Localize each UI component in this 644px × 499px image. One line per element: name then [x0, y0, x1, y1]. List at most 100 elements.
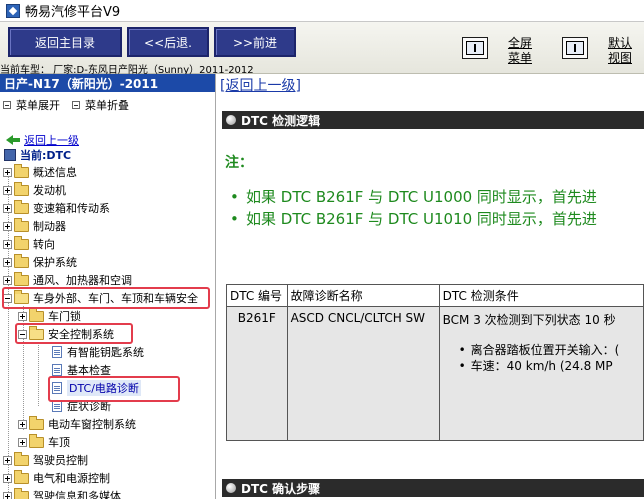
- condition-item: 离合器踏板位置开关输入：(: [459, 342, 640, 358]
- forward-button[interactable]: >>前进: [214, 27, 296, 57]
- tree-label: 制动器: [33, 220, 66, 233]
- condition-text: BCM 3 次检测到下列状态 10 秒: [442, 313, 616, 327]
- default-view-label-line1: 默认: [607, 36, 632, 50]
- menu-ops: 菜单展开 菜单折叠: [3, 97, 141, 113]
- tree-item-power-window[interactable]: 电动车窗控制系统: [18, 415, 136, 432]
- note-list: 如果 DTC B261F 与 DTC U1000 同时显示，首先进 如果 DTC…: [230, 186, 644, 230]
- condition-list: 离合器踏板位置开关输入：( 车速：40 km/h (24.8 MP: [443, 342, 640, 374]
- section-bullet-icon: [226, 115, 236, 125]
- section-title: DTC 检测逻辑: [241, 113, 321, 128]
- folder-icon: [14, 163, 29, 178]
- tree-label: 转向: [33, 238, 55, 251]
- tree-label: 车门锁: [48, 310, 81, 323]
- tree-label: 保护系统: [33, 256, 77, 269]
- table-row: B261F ASCD CNCL/CLTCH SW BCM 3 次检测到下列状态 …: [226, 306, 644, 441]
- expand-icon[interactable]: [3, 473, 12, 483]
- expand-icon[interactable]: [3, 257, 12, 267]
- folder-icon: [29, 307, 44, 322]
- expand-icon[interactable]: [3, 167, 12, 177]
- folder-icon: [14, 253, 29, 268]
- table-header-row: DTC 编号 故障诊断名称 DTC 检测条件: [226, 284, 644, 307]
- dtc-condition: BCM 3 次检测到下列状态 10 秒 离合器踏板位置开关输入：( 车速：40 …: [438, 306, 644, 441]
- computer-icon: [4, 149, 16, 161]
- content-panel: [返回上一级] DTC 检测逻辑 注： 如果 DTC B261F 与 DTC U…: [218, 74, 644, 499]
- back-button[interactable]: <<后退.: [127, 27, 209, 57]
- app-logo-icon: [6, 3, 20, 18]
- current-node: 当前:DTC: [4, 147, 71, 163]
- tree-label: 概述信息: [33, 166, 77, 179]
- return-link-label[interactable]: [返回上一级]: [220, 78, 301, 94]
- dtc-code: B261F: [226, 306, 288, 441]
- highlight-box: [15, 323, 133, 344]
- expand-icon[interactable]: [3, 203, 12, 213]
- tree-item-protection[interactable]: 保护系统: [3, 253, 77, 270]
- tree-item-brakes[interactable]: 制动器: [3, 217, 66, 234]
- expand-icon[interactable]: [3, 239, 12, 249]
- default-view-button[interactable]: 默认 视图: [605, 36, 635, 66]
- tree-label: 电动车窗控制系统: [48, 418, 136, 431]
- expand-all-icon: [3, 101, 11, 109]
- section-header-detection-logic: DTC 检测逻辑: [222, 111, 644, 129]
- tree-item-overview[interactable]: 概述信息: [3, 163, 77, 180]
- expand-all-label: 菜单展开: [16, 99, 60, 112]
- tree-item-steering[interactable]: 转向: [3, 235, 55, 252]
- expand-icon[interactable]: [3, 491, 12, 499]
- section-bullet-icon: [226, 483, 236, 493]
- section-title: DTC 确认步骤: [241, 481, 321, 496]
- fullscreen-label-line2: 菜单: [507, 51, 532, 65]
- folder-icon: [14, 487, 29, 499]
- folder-icon: [29, 433, 44, 448]
- expand-all-button[interactable]: 菜单展开: [3, 97, 60, 113]
- document-icon: [52, 346, 62, 358]
- tree-item-hvac[interactable]: 通风、加热器和空调: [3, 271, 132, 288]
- table-header: DTC 检测条件: [438, 284, 644, 307]
- folder-icon: [14, 451, 29, 466]
- tree-label: 通风、加热器和空调: [33, 274, 132, 287]
- folder-icon: [14, 469, 29, 484]
- dtc-table: DTC 编号 故障诊断名称 DTC 检测条件 B261F ASCD CNCL/C…: [226, 284, 644, 441]
- dtc-name: ASCD CNCL/CLTCH SW: [286, 306, 440, 441]
- folder-icon: [14, 181, 29, 196]
- return-link[interactable]: [返回上一级]: [220, 75, 301, 95]
- home-button[interactable]: 返回主目录: [8, 27, 122, 57]
- fullscreen-menu-button[interactable]: 全屏 菜单: [507, 36, 533, 66]
- fullscreen-label-line1: 全屏: [507, 36, 532, 50]
- folder-icon: [29, 415, 44, 430]
- expand-icon[interactable]: [18, 437, 27, 447]
- tree-label: 驾驶员控制: [33, 454, 88, 467]
- tree-item-transmission[interactable]: 变速箱和传动系: [3, 199, 110, 216]
- current-node-label: 当前:DTC: [20, 149, 72, 162]
- expand-icon[interactable]: [3, 185, 12, 195]
- tree-item-roof[interactable]: 车顶: [18, 433, 70, 450]
- tree-label: 驾驶信息和多媒体: [33, 490, 121, 499]
- tree-item-driver-info[interactable]: 驾驶信息和多媒体: [3, 487, 121, 499]
- tree-item-driver-controls[interactable]: 驾驶员控制: [3, 451, 88, 468]
- fullscreen-menu-icon[interactable]: [462, 37, 488, 59]
- section-header-confirm-procedure: DTC 确认步骤: [222, 479, 644, 497]
- highlight-box: [2, 287, 210, 309]
- note-label: 注：: [225, 155, 253, 171]
- tree-item-door-lock[interactable]: 车门锁: [18, 307, 81, 324]
- folder-icon: [14, 271, 29, 286]
- expand-icon[interactable]: [18, 311, 27, 321]
- document-icon: [52, 364, 62, 376]
- tree-label: 有智能钥匙系统: [67, 346, 144, 359]
- sidebar-back-label: 返回上一级: [24, 134, 79, 147]
- table-header: 故障诊断名称: [286, 284, 440, 307]
- condition-item: 车速：40 km/h (24.8 MP: [459, 358, 640, 374]
- collapse-all-button[interactable]: 菜单折叠: [72, 97, 129, 113]
- expand-icon[interactable]: [3, 275, 12, 285]
- collapse-all-icon: [72, 101, 80, 109]
- expand-icon[interactable]: [18, 419, 27, 429]
- tree-item-electrical[interactable]: 电气和电源控制: [3, 469, 110, 486]
- default-view-label-line2: 视图: [607, 51, 632, 65]
- tree-item-engine[interactable]: 发动机: [3, 181, 66, 198]
- highlight-box: [48, 376, 180, 402]
- note-item: 如果 DTC B261F 与 DTC U1000 同时显示，首先进: [230, 186, 644, 208]
- tree-label: 发动机: [33, 184, 66, 197]
- default-view-icon[interactable]: [562, 37, 588, 59]
- sidebar-back-link[interactable]: 返回上一级: [6, 132, 79, 148]
- tree-item-intelligent-key[interactable]: 有智能钥匙系统: [52, 344, 144, 360]
- expand-icon[interactable]: [3, 221, 12, 231]
- expand-icon[interactable]: [3, 455, 12, 465]
